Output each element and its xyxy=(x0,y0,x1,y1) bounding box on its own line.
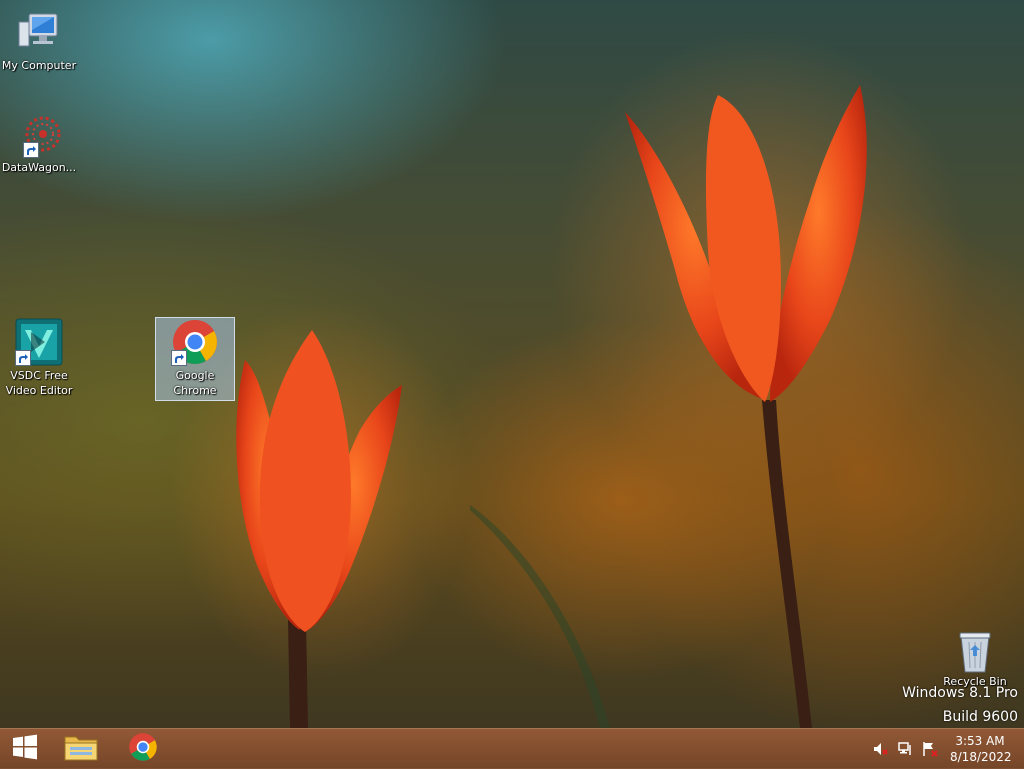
start-button[interactable] xyxy=(0,729,50,769)
speaker-muted-icon[interactable] xyxy=(872,741,888,757)
shortcut-arrow-icon xyxy=(15,350,31,366)
taskbar-chrome-button[interactable] xyxy=(118,729,168,769)
network-icon[interactable] xyxy=(898,741,914,757)
clock-date: 8/18/2022 xyxy=(950,750,1012,764)
desktop-icon-datawagon[interactable]: DataWagon... xyxy=(0,110,78,175)
desktop-icon-vsdc[interactable]: VSDC Free Video Editor xyxy=(0,318,78,398)
desktop-icon-label: My Computer xyxy=(1,59,77,72)
chrome-icon xyxy=(171,318,219,366)
windows-build-watermark: Windows 8.1 Pro Build 9600 xyxy=(902,684,1018,726)
desktop[interactable]: My Computer DataWagon... VSDC Free Video… xyxy=(0,0,1024,768)
action-center-flag-icon[interactable] xyxy=(922,741,938,757)
desktop-icon-label: VSDC Free Video Editor xyxy=(5,369,73,397)
watermark-build: Build 9600 xyxy=(942,709,1018,725)
desktop-icon-label: DataWagon... xyxy=(1,161,77,174)
desktop-icon-label: Google Chrome xyxy=(173,369,217,397)
chrome-icon xyxy=(128,732,158,766)
computer-icon xyxy=(15,8,63,56)
desktop-icon-recycle-bin[interactable]: Recycle Bin xyxy=(936,630,1014,689)
folder-icon xyxy=(64,732,98,766)
wallpaper-tulips xyxy=(170,30,970,728)
datawagon-icon xyxy=(15,110,63,158)
taskbar: 3:53 AM 8/18/2022 xyxy=(0,728,1024,769)
shortcut-arrow-icon xyxy=(171,350,187,366)
clock-time: 3:53 AM xyxy=(955,734,1005,748)
watermark-edition: Windows 8.1 Pro xyxy=(902,685,1018,701)
vsdc-icon xyxy=(15,318,63,366)
windows-logo-icon xyxy=(12,734,38,764)
recycle-bin-icon xyxy=(951,630,999,674)
taskbar-clock[interactable]: 3:53 AM 8/18/2022 xyxy=(950,733,1012,765)
taskbar-file-explorer-button[interactable] xyxy=(56,729,106,769)
desktop-icon-google-chrome[interactable]: Google Chrome xyxy=(155,317,235,401)
desktop-icon-my-computer[interactable]: My Computer xyxy=(0,8,78,73)
shortcut-arrow-icon xyxy=(23,142,39,158)
